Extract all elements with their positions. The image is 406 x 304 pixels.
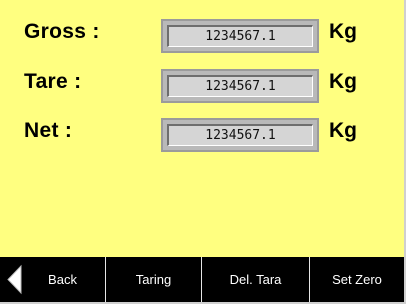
gross-unit: Kg [329,20,357,43]
del-tara-button[interactable]: Del. Tara [202,257,309,302]
gross-label: Gross : [24,20,100,43]
softkey-bar: Back Taring Del. Tara Set Zero [0,257,404,302]
gross-value-box: 1234567.1 [161,19,319,53]
net-unit: Kg [329,119,357,142]
weighing-screen: Gross : 1234567.1 Kg Tare : 1234567.1 Kg… [0,0,406,304]
tare-unit: Kg [329,70,357,93]
net-label: Net : [24,119,73,142]
net-value-box: 1234567.1 [161,118,319,152]
tare-value: 1234567.1 [167,75,313,97]
net-value: 1234567.1 [167,124,313,146]
gross-row: Gross : 1234567.1 Kg [0,18,404,58]
tare-row: Tare : 1234567.1 Kg [0,68,404,108]
gross-value: 1234567.1 [167,25,313,47]
set-zero-button[interactable]: Set Zero [310,257,404,302]
tare-value-box: 1234567.1 [161,69,319,103]
tare-label: Tare : [24,70,82,93]
back-button[interactable]: Back [20,257,105,302]
taring-button[interactable]: Taring [106,257,201,302]
net-row: Net : 1234567.1 Kg [0,117,404,157]
